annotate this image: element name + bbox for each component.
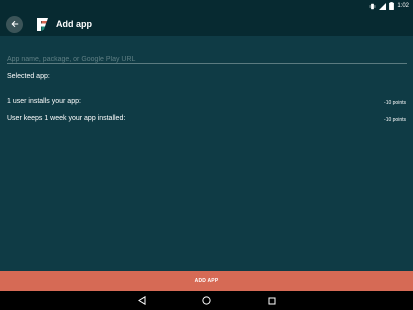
selected-app-label: Selected app: [7,73,50,80]
nav-back-button[interactable] [136,295,147,306]
rule-install-points: -10 points [384,100,406,106]
recents-square-icon [268,292,276,310]
vibrate-icon [369,3,376,10]
arrow-back-icon [10,15,19,33]
rule-keep-points: -10 points [384,117,406,123]
home-circle-icon [202,292,211,310]
navigation-bar [0,291,413,310]
screen: 1:02 Add app Selected app: 1 user instal… [0,0,413,310]
battery-icon [389,2,395,10]
page-title: Add app [56,19,92,29]
nav-home-button[interactable] [201,295,212,306]
app-search-input[interactable] [7,52,407,67]
app-logo-icon [36,17,49,32]
rule-keep-label: User keeps 1 week your app installed: [7,115,126,122]
back-triangle-icon [137,292,146,310]
toolbar: Add app [0,12,413,36]
rule-install-label: 1 user installs your app: [7,98,81,105]
status-bar: 1:02 [0,0,413,12]
nav-recents-button[interactable] [266,295,277,306]
search-field-container [7,48,407,67]
signal-icon [379,2,387,10]
status-time: 1:02 [397,3,409,9]
add-app-button[interactable]: ADD APP [0,271,413,291]
back-button[interactable] [6,15,23,33]
